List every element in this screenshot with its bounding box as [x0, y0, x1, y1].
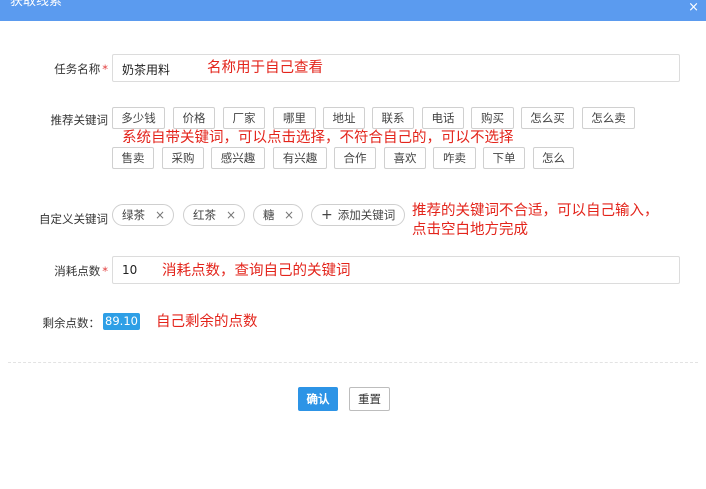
task-name-value: 奶茶用料: [122, 63, 171, 77]
task-name-input[interactable]: 奶茶用料: [112, 54, 680, 82]
cost-label-text: 消耗点数: [54, 264, 101, 278]
keyword-option[interactable]: 电话: [422, 107, 464, 129]
required-mark: *: [102, 264, 108, 278]
cost-value: 10: [122, 263, 138, 277]
keyword-option[interactable]: 采购: [162, 147, 204, 169]
keyword-option[interactable]: 下单: [483, 147, 525, 169]
custom-keywords-note-line2: 点击空白地方完成: [412, 222, 528, 238]
keyword-option[interactable]: 喜欢: [384, 147, 426, 169]
keyword-option[interactable]: 合作: [334, 147, 376, 169]
recommended-keywords-label: 推荐关键词: [50, 113, 109, 127]
keyword-option[interactable]: 感兴趣: [211, 147, 265, 169]
divider: [8, 362, 698, 363]
keyword-option[interactable]: 厂家: [223, 107, 265, 129]
task-name-label: 任务名称 *: [54, 61, 108, 77]
remaining-note: 自己剩余的点数: [156, 314, 258, 330]
keyword-option[interactable]: 怎么卖: [582, 107, 635, 129]
task-name-label-text: 任务名称: [54, 62, 101, 76]
tag-label: 糖: [263, 208, 275, 222]
tag-label: 绿茶: [122, 208, 145, 222]
remaining-points-badge: 89.10: [103, 313, 140, 330]
custom-keyword-tag: 红茶 ×: [183, 204, 245, 226]
cost-label: 消耗点数 *: [54, 263, 108, 279]
keyword-option[interactable]: 多少钱: [112, 107, 165, 129]
custom-keywords-note-line1: 推荐的关键词不合适，可以自己输入，: [412, 203, 659, 219]
add-keyword-label: 添加关键词: [337, 208, 396, 222]
keyword-option[interactable]: 联系: [372, 107, 414, 129]
required-mark: *: [102, 62, 108, 76]
custom-keywords-label: 自定义关键词: [39, 212, 108, 226]
dialog-title-bar: 获取线索 ×: [0, 0, 706, 21]
tag-label: 红茶: [193, 208, 216, 222]
keyword-option[interactable]: 价格: [173, 107, 215, 129]
remove-tag-icon[interactable]: ×: [226, 205, 236, 225]
keyword-option[interactable]: 地址: [323, 107, 365, 129]
task-name-note: 名称用于自己查看: [207, 60, 323, 76]
reset-button[interactable]: 重置: [349, 387, 390, 411]
custom-keyword-tag: 糖 ×: [253, 204, 303, 226]
cost-note: 消耗点数，查询自己的关键词: [162, 263, 351, 279]
keyword-option[interactable]: 售卖: [112, 147, 154, 169]
close-icon[interactable]: ×: [688, 1, 699, 14]
keyword-option[interactable]: 怎么: [533, 147, 574, 169]
dialog-title: 获取线索: [10, 0, 63, 9]
plus-icon: +: [321, 207, 333, 223]
keyword-option[interactable]: 怎么买: [521, 107, 574, 129]
confirm-button[interactable]: 确认: [298, 387, 338, 411]
recommended-keywords-note: 系统自带关键词，可以点击选择，不符合自己的，可以不选择: [122, 130, 514, 146]
keyword-option[interactable]: 购买: [471, 107, 514, 129]
keyword-option[interactable]: 有兴趣: [273, 147, 327, 169]
remove-tag-icon[interactable]: ×: [155, 205, 165, 225]
remaining-label: 剩余点数：: [42, 316, 101, 330]
keyword-option[interactable]: 咋卖: [433, 147, 476, 169]
add-keyword-button[interactable]: + 添加关键词: [311, 204, 405, 226]
remove-tag-icon[interactable]: ×: [284, 205, 294, 225]
keyword-option[interactable]: 哪里: [273, 107, 316, 129]
custom-keyword-tag: 绿茶 ×: [112, 204, 174, 226]
